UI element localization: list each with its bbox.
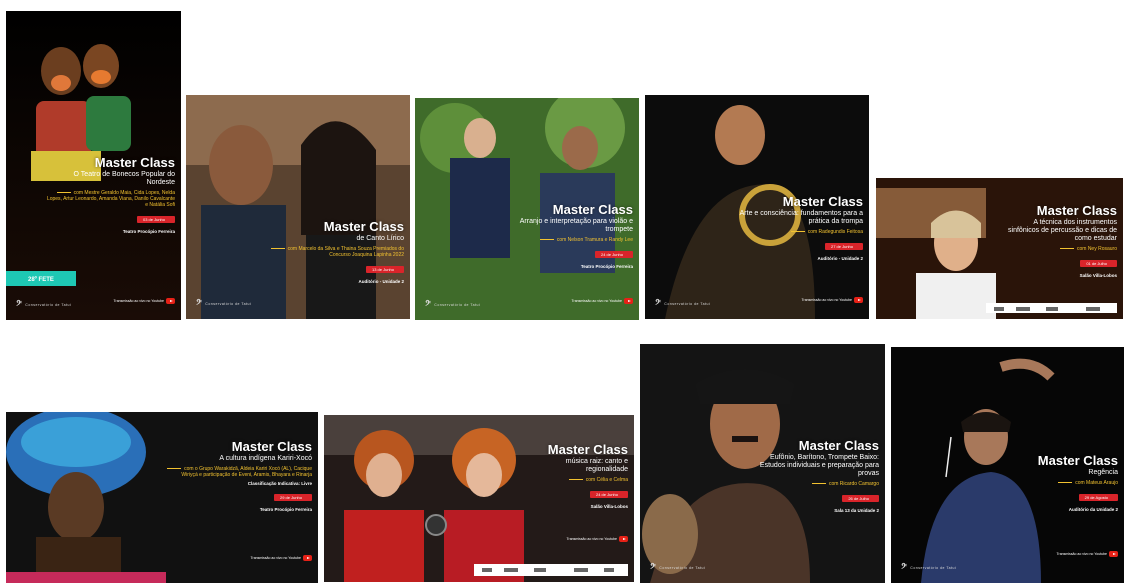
card-venue: Salão Villa-Lobos: [590, 504, 628, 509]
youtube-note: Transmissão ao vivo no Youtube: [567, 536, 628, 542]
event-card-musica-raiz[interactable]: Master Class música raiz: canto e region…: [324, 415, 634, 582]
date-badge: 24 de Junho: [594, 251, 633, 258]
youtube-note: Transmissão ao vivo no Youtube: [802, 297, 863, 303]
card-presenters: com Mestre Geraldo Maia, Cida Lopes, Nel…: [46, 190, 175, 208]
youtube-icon: [303, 555, 312, 561]
card-presenters: com Ricardo Camargo: [759, 481, 879, 487]
event-card-percussao[interactable]: Master Class A técnica dos instrumentos …: [876, 178, 1123, 319]
card-subtitle: A cultura indígena Kariri-Xocó: [219, 455, 312, 462]
date-badge: 26 de Julho: [842, 495, 879, 502]
card-venue: Teatro Procópio Ferreira: [259, 507, 312, 512]
card-title: Master Class: [798, 438, 879, 453]
fete-badge: 28º FETE: [6, 271, 76, 286]
youtube-icon: [624, 298, 633, 304]
card-title: Master Class: [94, 155, 175, 170]
date-badge: 29 de Agosto: [1078, 494, 1118, 501]
card-subtitle: Eufônio, Barítono, Trompete Baixo: Estud…: [759, 454, 879, 477]
conservatorio-logo: 𝄢 Conservatório de Tatuí: [196, 299, 252, 309]
conservatorio-logo: 𝄢 Conservatório de Tatuí: [425, 300, 481, 310]
card-title: Master Class: [323, 219, 404, 234]
card-presenters: com Mateus Araujo: [1008, 480, 1118, 486]
card-subtitle: O Teatro de Bonecos Popular do Nordeste: [73, 171, 175, 186]
youtube-icon: [854, 297, 863, 303]
youtube-icon: [166, 298, 175, 304]
event-card-regencia[interactable]: Master Class Regência com Mateus Araujo …: [891, 347, 1124, 583]
card-title: Master Class: [547, 442, 628, 457]
date-badge: 29 de Junho: [273, 494, 312, 501]
card-presenters: com Marcelo da Silva e Thaina Souza Prem…: [254, 246, 404, 258]
card-subtitle: Regência: [1088, 469, 1118, 476]
card-title: Master Class: [1036, 203, 1117, 218]
card-presenters: com Ney Rosauro: [1007, 246, 1117, 252]
youtube-note: Transmissão ao vivo no Youtube: [572, 298, 633, 304]
card-title: Master Class: [552, 202, 633, 217]
card-title: Master Class: [231, 439, 312, 454]
card-venue: Sala 13 da Unidade 2: [834, 508, 879, 513]
card-venue: Auditório - Unidade 2: [358, 279, 405, 284]
card-classification: Classificação Indicativa: Livre: [247, 481, 312, 486]
date-badge: 01 de Julho: [1080, 260, 1117, 267]
card-title: Master Class: [782, 194, 863, 209]
card-presenters: com Célia e Celma: [528, 477, 628, 483]
event-card-trompa[interactable]: Master Class Arte e consciência: fundame…: [645, 95, 869, 319]
card-presenters: com Nelson Tramura e Randy Lee: [503, 237, 633, 243]
youtube-note: Transmissão ao vivo no Youtube: [251, 555, 312, 561]
card-venue: Teatro Procópio Ferreira: [122, 229, 175, 234]
event-card-violao-trompete[interactable]: Master Class Arranjo e interpretação par…: [415, 98, 639, 320]
card-presenters: com Radegundis Feitosa: [723, 229, 863, 235]
sponsor-strip: [986, 303, 1117, 313]
event-card-eufonio[interactable]: Master Class Eufônio, Barítono, Trompete…: [640, 344, 885, 583]
card-presenters: com o Grupo Warakidzã, Aldeia Kariri Xoc…: [162, 466, 312, 478]
conservatorio-logo: 𝄢 Conservatório de Tatuí: [655, 299, 711, 309]
date-badge: 24 de Junho: [589, 491, 628, 498]
card-subtitle: de Canto Lírico: [356, 235, 404, 242]
youtube-icon: [1109, 551, 1118, 557]
conservatorio-logo: 𝄢 Conservatório de Tatuí: [901, 563, 957, 573]
youtube-note: Transmissão ao vivo no Youtube: [1057, 551, 1118, 557]
event-card-canto-lirico[interactable]: Master Class de Canto Lírico com Marcelo…: [186, 95, 410, 319]
youtube-icon: [619, 536, 628, 542]
date-badge: 27 de Junho: [824, 243, 863, 250]
card-subtitle: A técnica dos instrumentos sinfônicos de…: [1008, 219, 1117, 242]
sponsor-strip: [474, 564, 628, 576]
card-venue: Auditório da Unidade 2: [1068, 507, 1118, 512]
event-card-cultura-indigena[interactable]: Master Class A cultura indígena Kariri-X…: [6, 412, 318, 583]
conservatorio-logo: 𝄢 Conservatório de Tatuí: [650, 563, 706, 573]
card-subtitle: Arte e consciência: fundamentos para a p…: [739, 210, 863, 225]
card-subtitle: Arranjo e interpretação para violão e tr…: [519, 218, 633, 233]
youtube-note: Transmissão ao vivo no Youtube: [114, 298, 175, 304]
card-venue: Salão Villa-Lobos: [1079, 273, 1117, 278]
conservatorio-logo: 𝄢 Conservatório de Tatuí: [16, 300, 72, 310]
event-card-teatro-bonecos[interactable]: Master Class O Teatro de Bonecos Popular…: [6, 11, 181, 320]
date-badge: 13 de Junho: [365, 266, 404, 273]
singers-photo: [186, 95, 410, 319]
card-venue: Auditório - Unidade 2: [817, 256, 864, 261]
card-subtitle: música raiz: canto e regionalidade: [565, 458, 628, 473]
card-title: Master Class: [1037, 453, 1118, 468]
date-badge: 03 de Junho: [136, 216, 175, 223]
card-venue: Teatro Procópio Ferreira: [580, 264, 633, 269]
